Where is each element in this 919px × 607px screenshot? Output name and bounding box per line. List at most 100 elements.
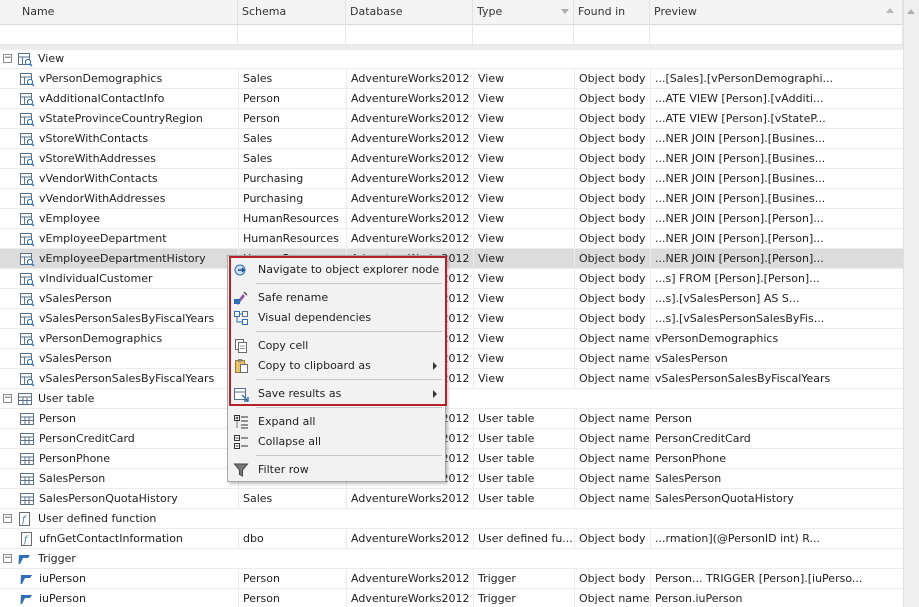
cell-preview: ...ATE VIEW [Person].[vStateP... — [650, 109, 903, 128]
cell-preview: ...[Sales].[vPersonDemographi... — [650, 69, 903, 88]
cell-database: AdventureWorks2012 — [346, 129, 473, 148]
table-row[interactable]: SalesPersonSalesAdventureWorks2012User t… — [0, 469, 903, 489]
cell-schema: Person — [238, 569, 346, 588]
menu-item-label: Copy to clipboard as — [258, 359, 371, 372]
cell-type: View — [473, 369, 574, 388]
menu-item-label: Filter row — [258, 463, 309, 476]
table-row[interactable]: vSalesPersonSalesAdventureWorks2012ViewO… — [0, 289, 903, 309]
menu-item-navigate-to-object-explorer-node[interactable]: Navigate to object explorer node — [228, 260, 445, 280]
table-row[interactable]: PersonPhonePersonAdventureWorks2012User … — [0, 449, 903, 469]
collapse-toggle-icon[interactable]: − — [3, 514, 12, 523]
cell-found-in: Object body — [574, 309, 650, 328]
column-header-found-in[interactable]: Found in — [574, 0, 650, 25]
table-row[interactable]: PersonCreditCardSalesAdventureWorks2012U… — [0, 429, 903, 449]
filter-row[interactable] — [0, 25, 903, 45]
menu-item-collapse-all[interactable]: Collapse all — [228, 432, 445, 452]
group-row-view[interactable]: − View — [0, 49, 903, 69]
view-icon — [19, 311, 35, 327]
cell-found-in: Object name — [574, 369, 650, 388]
column-header-database[interactable]: Database — [346, 0, 473, 25]
table-icon — [17, 391, 33, 407]
table-row[interactable]: vSalesPersonSalesAdventureWorks2012ViewO… — [0, 349, 903, 369]
table-row[interactable]: vVendorWithContacts Purchasing AdventureWo… — [0, 169, 903, 189]
cell-schema: Purchasing — [238, 189, 346, 208]
menu-item-label: Expand all — [258, 415, 316, 428]
table-row[interactable]: vIndividualCustomerSalesAdventureWorks20… — [0, 269, 903, 289]
scroll-up-arrow-icon[interactable] — [907, 9, 915, 14]
cell-type: User table — [473, 489, 574, 508]
group-row-user-table[interactable]: − User table — [0, 389, 903, 409]
table-row[interactable]: vStoreWithAddresses Sales AdventureWorks20… — [0, 149, 903, 169]
collapse-icon — [233, 434, 249, 450]
table-row[interactable]: vSalesPersonSalesByFiscalYearsSalesAdven… — [0, 369, 903, 389]
cell-found-in: Object body — [574, 69, 650, 88]
cell-name: vEmployee — [39, 212, 100, 225]
view-icon — [19, 231, 35, 247]
menu-separator — [256, 407, 442, 408]
filter-cell[interactable] — [574, 25, 650, 44]
collapse-toggle-icon[interactable]: − — [3, 394, 12, 403]
filter-cell[interactable] — [473, 25, 574, 44]
type-filter-dropdown-icon[interactable] — [561, 9, 569, 14]
table-icon — [19, 451, 35, 467]
group-row-user-defined-function[interactable]: − f User defined function — [0, 509, 903, 529]
vertical-scrollbar[interactable] — [903, 0, 919, 607]
view-icon — [19, 351, 35, 367]
menu-item-copy-to-clipboard-as[interactable]: Copy to clipboard as — [228, 356, 445, 376]
submenu-arrow-icon — [433, 362, 437, 370]
cell-preview: vSalesPerson — [650, 349, 903, 368]
table-row[interactable]: vSalesPersonSalesByFiscalYearsSalesAdven… — [0, 309, 903, 329]
cell-found-in: Object body — [574, 149, 650, 168]
filter-cell[interactable] — [346, 25, 473, 44]
collapse-toggle-icon[interactable]: − — [3, 554, 12, 563]
table-row[interactable]: vStateProvinceCountryRegion Person Adventu… — [0, 109, 903, 129]
column-header-type[interactable]: Type — [473, 0, 574, 25]
filter-cell[interactable] — [238, 25, 346, 44]
menu-item-label: Copy cell — [258, 339, 309, 352]
table-row[interactable]: vEmployeeDepartment HumanResources Adventu… — [0, 229, 903, 249]
copy-icon — [233, 338, 249, 354]
cell-type: View — [473, 229, 574, 248]
trigger-icon — [19, 591, 35, 607]
group-row-trigger[interactable]: − Trigger — [0, 549, 903, 569]
collapse-toggle-icon[interactable]: − — [3, 54, 12, 63]
cell-type: View — [473, 249, 574, 268]
cell-name: vSalesPerson — [39, 292, 112, 305]
filter-cell[interactable] — [650, 25, 903, 44]
column-header-schema[interactable]: Schema — [238, 0, 346, 25]
table-row[interactable]: iuPerson Person AdventureWorks2012 Trigger O… — [0, 589, 903, 607]
table-row[interactable]: PersonPersonAdventureWorks2012User table… — [0, 409, 903, 429]
cell-preview: PersonCreditCard — [650, 429, 903, 448]
cell-preview: ...s].[vSalesPerson] AS S... — [650, 289, 903, 308]
table-row[interactable]: vPersonDemographicsSalesAdventureWorks20… — [0, 69, 903, 89]
cell-found-in: Object body — [574, 189, 650, 208]
table-row[interactable]: vAdditionalContactInfo Person AdventureWor… — [0, 89, 903, 109]
table-row[interactable]: SalesPersonQuotaHistory Sales AdventureWor… — [0, 489, 903, 509]
column-header-preview[interactable]: Preview — [650, 0, 903, 25]
cell-name: vEmployeeDepartment — [39, 232, 167, 245]
expand-icon — [233, 414, 249, 430]
menu-item-save-results-as[interactable]: Save results as — [228, 384, 445, 404]
menu-item-visual-dependencies[interactable]: Visual dependencies — [228, 308, 445, 328]
menu-item-expand-all[interactable]: Expand all — [228, 412, 445, 432]
column-header-name[interactable]: Name — [0, 0, 238, 25]
view-icon — [17, 51, 33, 67]
menu-item-copy-cell[interactable]: Copy cell — [228, 336, 445, 356]
table-icon — [19, 431, 35, 447]
results-grid: Name Schema Database Type Found in Preview − V… — [0, 0, 903, 607]
filter-cell[interactable] — [0, 25, 238, 44]
cell-schema: HumanResources — [238, 229, 346, 248]
menu-item-filter-row[interactable]: Filter row — [228, 460, 445, 480]
table-row[interactable]: vVendorWithAddresses Purchasing AdventureW… — [0, 189, 903, 209]
trigger-icon — [19, 571, 35, 587]
cell-found-in: Object name — [574, 329, 650, 348]
table-row[interactable]: vEmployeeDepartmentHistoryHumanResources… — [0, 249, 903, 269]
table-row[interactable]: vStoreWithContacts Sales AdventureWorks201… — [0, 129, 903, 149]
table-row[interactable]: vPersonDemographicsSalesAdventureWorks20… — [0, 329, 903, 349]
cell-schema: HumanResources — [238, 209, 346, 228]
menu-item-safe-rename[interactable]: Safe rename — [228, 288, 445, 308]
table-row[interactable]: f ufnGetContactInformation dbo AdventureWor… — [0, 529, 903, 549]
table-row[interactable]: iuPerson Person AdventureWorks2012 Trigger O… — [0, 569, 903, 589]
table-row[interactable]: vEmployee HumanResources AdventureWorks201… — [0, 209, 903, 229]
preview-sort-arrow-icon[interactable] — [886, 8, 894, 13]
